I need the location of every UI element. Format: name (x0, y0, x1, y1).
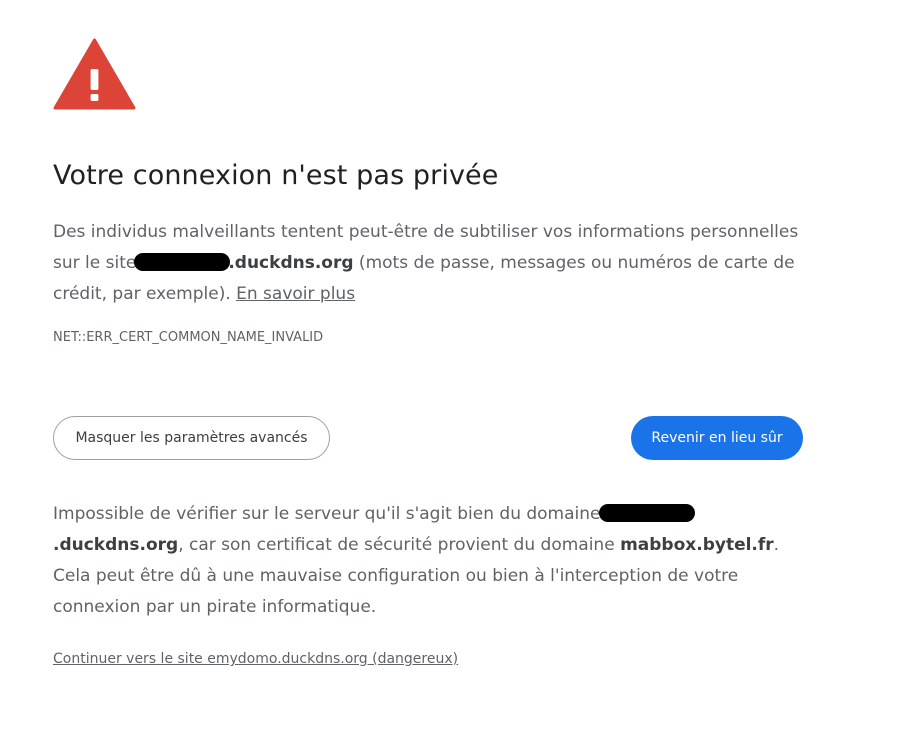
intro-paragraph: Des individus malveillants tentent peut-… (53, 217, 805, 310)
proceed-unsafe-link[interactable]: Continuer vers le site emydomo.duckdns.o… (53, 651, 458, 667)
learn-more-link[interactable]: En savoir plus (236, 284, 355, 304)
details-paragraph: Impossible de vérifier sur le serveur qu… (53, 499, 813, 623)
redacted-domain (598, 504, 695, 522)
redacted-hostname (134, 253, 231, 271)
error-code: NET::ERR_CERT_COMMON_NAME_INVALID (53, 330, 324, 345)
warning-triangle-icon (53, 38, 136, 110)
details-text-middle: , car son certificat de sécurité provien… (178, 535, 621, 555)
intro-host-suffix: .duckdns.org (228, 253, 354, 273)
back-to-safety-button[interactable]: Revenir en lieu sûr (631, 416, 803, 460)
details-text: Impossible de vérifier sur le serveur qu… (53, 504, 601, 524)
certificate-domain: mabbox.bytel.fr (620, 535, 774, 555)
hide-advanced-button[interactable]: Masquer les paramètres avancés (53, 416, 330, 460)
page-title: Votre connexion n'est pas privée (53, 160, 499, 191)
details-host-suffix: .duckdns.org (53, 535, 179, 555)
